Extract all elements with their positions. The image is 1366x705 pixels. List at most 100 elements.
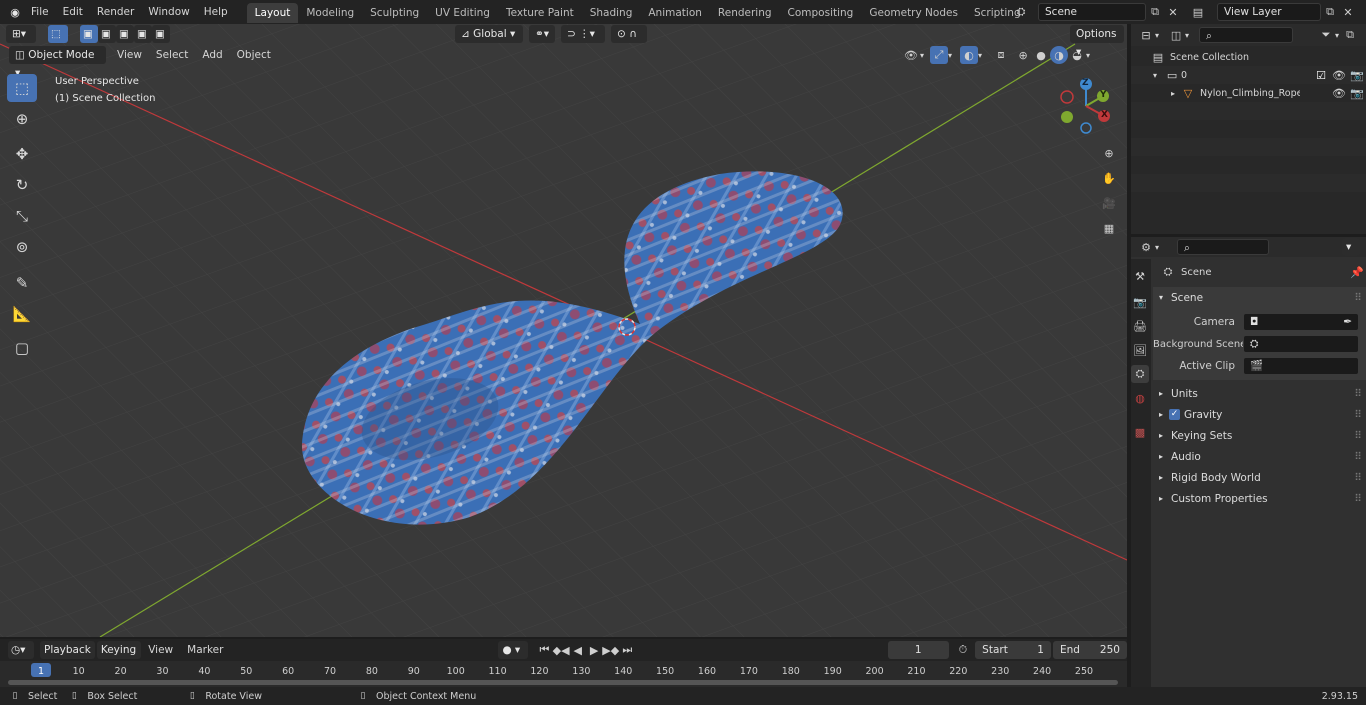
timeline-editor-type-icon[interactable]: ◷▾: [8, 641, 34, 659]
add-cube-tool-icon[interactable]: ▢: [7, 334, 37, 362]
jump-end-icon[interactable]: ⏭: [619, 641, 635, 659]
keying-sets-drag-handle-icon[interactable]: ⠿: [1354, 430, 1362, 442]
scene-panel-header[interactable]: ▾ Scene ⠿: [1153, 287, 1366, 308]
menu-select[interactable]: Select: [149, 46, 195, 64]
outliner-row-object[interactable]: ▸ ▽ Nylon_Climbing_Rope_0( 👁 📷: [1131, 84, 1366, 102]
keying-dropdown[interactable]: Keying ▾: [96, 641, 142, 674]
navigation-gizmo[interactable]: Z Y X: [1056, 76, 1116, 136]
outliner-search-input[interactable]: ⌕: [1199, 27, 1294, 43]
snap-icon[interactable]: ⊃ ⋮▾: [561, 25, 605, 43]
new-collection-icon[interactable]: ⧉: [1341, 26, 1359, 44]
select-box-tool-icon[interactable]: ⬚: [7, 74, 37, 102]
scene-name-field[interactable]: Scene: [1038, 3, 1146, 21]
xray-icon[interactable]: ⧈: [992, 46, 1010, 64]
rigid-body-world-panel-header[interactable]: ▸ Rigid Body World ⠿: [1153, 467, 1366, 488]
auto-keying-icon[interactable]: ● ▾: [498, 641, 529, 659]
tab-compositing[interactable]: Compositing: [780, 3, 862, 23]
scene-tab-icon[interactable]: ⛭: [1131, 365, 1149, 383]
tab-sculpting[interactable]: Sculpting: [362, 3, 427, 23]
select-mode-intersect-icon[interactable]: ▣: [152, 25, 170, 43]
filter-icon[interactable]: ⏷: [1317, 26, 1335, 44]
custom-properties-drag-handle-icon[interactable]: ⠿: [1354, 493, 1362, 505]
jump-start-icon[interactable]: ⏮: [536, 641, 552, 659]
measure-tool-icon[interactable]: 📐: [7, 300, 37, 328]
object-hide-eye-icon[interactable]: 👁: [1330, 84, 1348, 102]
hide-eye-icon[interactable]: 👁: [1330, 66, 1348, 84]
keying-sets-panel-header[interactable]: ▸ Keying Sets ⠿: [1153, 425, 1366, 446]
outliner-row-scene-collection[interactable]: ▤ Scene Collection: [1131, 48, 1366, 66]
material-preview-shading-icon[interactable]: ◑: [1050, 46, 1069, 64]
drag-handle-icon[interactable]: ⠿: [1354, 292, 1362, 304]
outliner-row-collection[interactable]: ▾ ▭ 0 ☑ 👁 📷: [1131, 66, 1366, 84]
shading-dropdown-icon[interactable]: ▾: [1086, 51, 1090, 60]
camera-field[interactable]: ◘ ✒: [1243, 313, 1359, 331]
properties-search-input[interactable]: ⌕: [1177, 239, 1270, 255]
menu-add[interactable]: Add: [195, 46, 229, 64]
pan-hand-icon[interactable]: ✋: [1098, 167, 1120, 189]
menu-edit[interactable]: Edit: [56, 0, 90, 24]
menu-help[interactable]: Help: [197, 0, 235, 24]
zoom-icon[interactable]: ⊕: [1098, 142, 1120, 164]
camera-view-icon[interactable]: 🎥: [1098, 192, 1120, 214]
tab-shading[interactable]: Shading: [582, 3, 641, 23]
transform-tool-icon[interactable]: ⊚: [7, 233, 37, 261]
copy-scene-icon[interactable]: ⧉: [1146, 3, 1164, 21]
active-clip-field[interactable]: 🎬: [1243, 357, 1359, 375]
tab-uv-editing[interactable]: UV Editing: [427, 3, 498, 23]
play-icon[interactable]: ▶: [586, 641, 602, 659]
pin-icon[interactable]: 📌: [1348, 263, 1366, 281]
select-mode-extend-icon[interactable]: ▣: [98, 25, 116, 43]
solid-shading-icon[interactable]: ●: [1032, 46, 1050, 64]
object-render-camera-icon[interactable]: 📷: [1348, 84, 1366, 102]
proportional-edit-icon[interactable]: ⊙ ∩: [611, 25, 647, 43]
output-tab-icon[interactable]: 🖨: [1131, 317, 1149, 335]
render-camera-icon[interactable]: 📷: [1348, 66, 1366, 84]
render-tab-icon[interactable]: 📷: [1131, 293, 1149, 311]
rendered-shading-icon[interactable]: ◒: [1068, 46, 1086, 64]
timeline-menu-marker[interactable]: Marker: [180, 641, 230, 659]
audio-drag-handle-icon[interactable]: ⠿: [1354, 451, 1362, 463]
tab-modeling[interactable]: Modeling: [298, 3, 362, 23]
select-tool-icon[interactable]: ⬚: [48, 25, 68, 43]
gravity-checkbox[interactable]: ✓: [1169, 409, 1181, 420]
texture-tab-icon[interactable]: ▩: [1131, 423, 1149, 441]
world-tab-icon[interactable]: ◍: [1131, 389, 1149, 407]
collapse-arrow-icon[interactable]: ▾: [1153, 71, 1157, 80]
gravity-drag-handle-icon[interactable]: ⠿: [1354, 409, 1362, 421]
play-reverse-icon[interactable]: ◀: [570, 641, 586, 659]
playback-dropdown[interactable]: Playback ▾: [40, 641, 95, 674]
menu-view[interactable]: View: [110, 46, 149, 64]
preview-range-icon[interactable]: ⏱: [955, 641, 971, 659]
view-layer-field[interactable]: View Layer: [1217, 3, 1321, 21]
menu-render[interactable]: Render: [90, 0, 141, 24]
jump-keyframe-back-icon[interactable]: ◆◀: [553, 641, 570, 659]
timeline-scrollbar[interactable]: [8, 680, 1118, 685]
tab-geometry-nodes[interactable]: Geometry Nodes: [861, 3, 966, 23]
gravity-panel-header[interactable]: ▸ ✓ Gravity ⠿: [1153, 404, 1366, 425]
3d-viewport[interactable]: [0, 24, 1127, 637]
perspective-grid-icon[interactable]: ▦: [1098, 217, 1120, 239]
audio-panel-header[interactable]: ▸ Audio ⠿: [1153, 446, 1366, 467]
outliner-editor-type-icon[interactable]: ⊟: [1137, 26, 1155, 44]
select-mode-subtract-icon[interactable]: ▣: [116, 25, 134, 43]
units-panel-header[interactable]: ▸ Units ⠿: [1153, 383, 1366, 404]
move-tool-icon[interactable]: ✥: [7, 140, 37, 168]
tab-texture-paint[interactable]: Texture Paint: [498, 3, 582, 23]
editor-type-icon[interactable]: ⊞▾: [6, 25, 36, 43]
view-layer-tab-icon[interactable]: 🖼: [1131, 341, 1149, 359]
units-drag-handle-icon[interactable]: ⠿: [1354, 388, 1362, 400]
custom-properties-panel-header[interactable]: ▸ Custom Properties ⠿: [1153, 488, 1366, 509]
visibility-icon[interactable]: 👁: [902, 46, 920, 64]
timeline-menu-view[interactable]: View: [141, 641, 180, 659]
overlay-toggle-icon[interactable]: ◐: [960, 46, 979, 64]
jump-keyframe-forward-icon[interactable]: ▶◆: [602, 641, 619, 659]
expand-arrow-icon[interactable]: ▸: [1171, 89, 1175, 98]
pivot-icon[interactable]: ⚭▾: [529, 25, 555, 43]
scene-icon[interactable]: ⛭: [1012, 3, 1030, 21]
select-mode-new-icon[interactable]: ▣: [80, 25, 98, 43]
mode-dropdown[interactable]: ◫ Object Mode ▾: [9, 46, 106, 79]
properties-options-icon[interactable]: ▾: [1342, 238, 1360, 256]
current-frame-field[interactable]: 1: [887, 641, 949, 659]
tab-rendering[interactable]: Rendering: [710, 3, 780, 23]
menu-window[interactable]: Window: [141, 0, 196, 24]
